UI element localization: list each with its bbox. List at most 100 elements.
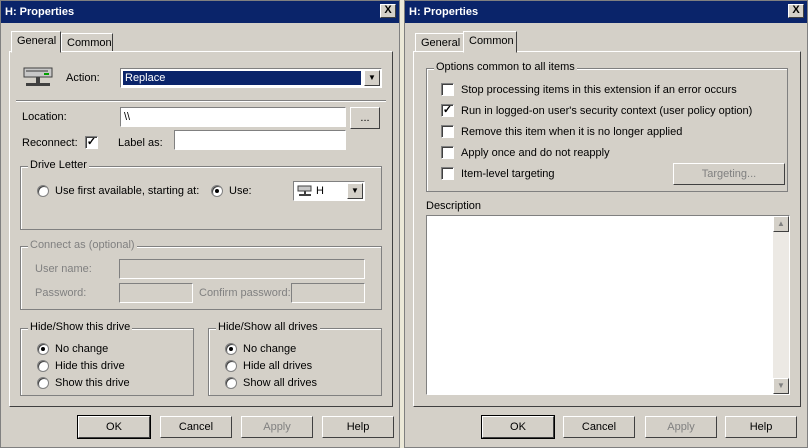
reconnect-checkbox[interactable]: ✓ [85,136,98,149]
options-legend: Options common to all items [434,61,577,73]
close-icon: X [792,4,800,16]
hide-show-all-group: Hide/Show all drives No change Hide all … [208,321,382,396]
radio-label: Hide all drives [243,360,313,372]
reconnect-label: Reconnect: [22,137,78,149]
stop-processing-checkbox[interactable] [441,83,454,96]
properties-dialog-general: H: Properties X General Common Action: R… [0,0,400,448]
first-available-radio[interactable] [37,185,49,197]
cancel-button[interactable]: Cancel [160,416,232,438]
scroll-up-icon[interactable]: ▲ [773,216,789,232]
ok-button[interactable]: OK [481,415,555,439]
browse-button[interactable]: ... [350,107,380,129]
hide-show-all-legend: Hide/Show all drives [216,321,320,333]
chevron-down-icon[interactable]: ▼ [364,70,380,86]
username-label: User name: [35,263,92,275]
button-label: Apply [667,421,695,433]
radio-label: Show this drive [55,377,130,389]
chevron-down-icon[interactable]: ▼ [347,183,363,199]
scroll-down-icon[interactable]: ▼ [773,378,789,394]
hide-this-drive-radio[interactable] [37,360,49,372]
button-label: Help [346,421,370,433]
button-label: Cancel [581,421,617,433]
hide-show-drive-legend: Hide/Show this drive [28,321,133,333]
password-input[interactable] [119,283,193,303]
show-all-drives-radio[interactable] [225,377,237,389]
title-bar[interactable]: H: Properties X [405,1,807,23]
show-this-drive-radio[interactable] [37,377,49,389]
drive-letter-select[interactable]: H ▼ [293,181,365,201]
password-label: Password: [35,287,87,299]
check-mark-icon: ✓ [86,136,97,148]
location-value: \\ [124,111,131,123]
description-label: Description [426,200,482,212]
option-label: Stop processing items in this extension … [461,84,737,96]
button-label: Apply [263,421,291,433]
radio-label: Show all drives [243,377,317,389]
option-label: Remove this item when it is no longer ap… [461,126,683,138]
dialog-title: H: Properties [409,6,479,18]
button-label: Targeting... [701,168,757,180]
location-label: Location: [22,111,67,123]
apply-button[interactable]: Apply [241,416,313,438]
label-as-label: Label as: [118,137,163,149]
tab-common[interactable]: Common [61,33,113,53]
tab-general[interactable]: General [415,33,465,53]
button-label: OK [106,421,122,433]
tab-label: General [17,35,57,47]
first-available-label: Use first available, starting at: [55,185,200,197]
tab-label: Common [67,37,112,49]
tab-common[interactable]: Common [463,31,517,53]
radio-label: No change [55,343,109,355]
apply-once-checkbox[interactable] [441,146,454,159]
location-input[interactable]: \\ [120,107,346,127]
radio-label: Hide this drive [55,360,125,372]
run-as-user-checkbox[interactable]: ✓ [441,104,454,117]
vertical-scrollbar[interactable]: ▲ ▼ [773,216,789,394]
button-label: Help [749,421,773,433]
common-tab-panel: Options common to all items Stop process… [413,51,801,407]
connect-as-group: Connect as (optional) User name: Passwor… [20,239,382,310]
button-label: Cancel [178,421,214,433]
option-label: Apply once and do not reapply [461,147,610,159]
confirm-password-label: Confirm password: [199,287,291,299]
help-button[interactable]: Help [725,416,797,438]
tab-label: General [421,37,461,49]
tab-label: Common [469,35,514,47]
username-input[interactable] [119,259,365,279]
tab-general[interactable]: General [11,31,61,53]
action-label: Action: [66,72,100,84]
hide-show-drive-group: Hide/Show this drive No change Hide this… [20,321,194,396]
help-button[interactable]: Help [322,416,394,438]
button-label: OK [510,421,526,433]
use-radio[interactable] [211,185,223,197]
use-label: Use: [229,185,252,197]
apply-button[interactable]: Apply [645,416,717,438]
dialog-title: H: Properties [5,6,75,18]
option-label: Run in logged-on user's security context… [461,105,753,117]
label-as-input[interactable] [174,130,346,150]
network-drive-icon [23,67,53,86]
action-select[interactable]: Replace ▼ [120,68,382,88]
close-button[interactable]: X [380,4,396,18]
no-change-radio[interactable] [37,343,49,355]
remove-item-checkbox[interactable] [441,125,454,138]
cancel-button[interactable]: Cancel [563,416,635,438]
title-bar[interactable]: H: Properties X [1,1,399,23]
arrow-glyph: ▲ [777,219,785,228]
option-label: Item-level targeting [461,168,555,180]
general-tab-panel: Action: Replace ▼ Location: \\ ... Recon… [9,51,393,407]
confirm-password-input[interactable] [291,283,365,303]
targeting-button[interactable]: Targeting... [673,163,785,185]
options-group: Options common to all items Stop process… [426,61,788,192]
drive-letter-value: H [316,185,324,197]
connect-as-legend: Connect as (optional) [28,239,137,251]
description-textarea[interactable]: ▲ ▼ [426,215,790,395]
hide-all-drives-radio[interactable] [225,360,237,372]
ok-button[interactable]: OK [77,415,151,439]
close-button[interactable]: X [788,4,804,18]
close-icon: X [384,4,392,16]
item-level-targeting-checkbox[interactable] [441,167,454,180]
no-change-radio[interactable] [225,343,237,355]
action-value: Replace [123,71,361,85]
check-mark-icon: ✓ [442,104,453,116]
